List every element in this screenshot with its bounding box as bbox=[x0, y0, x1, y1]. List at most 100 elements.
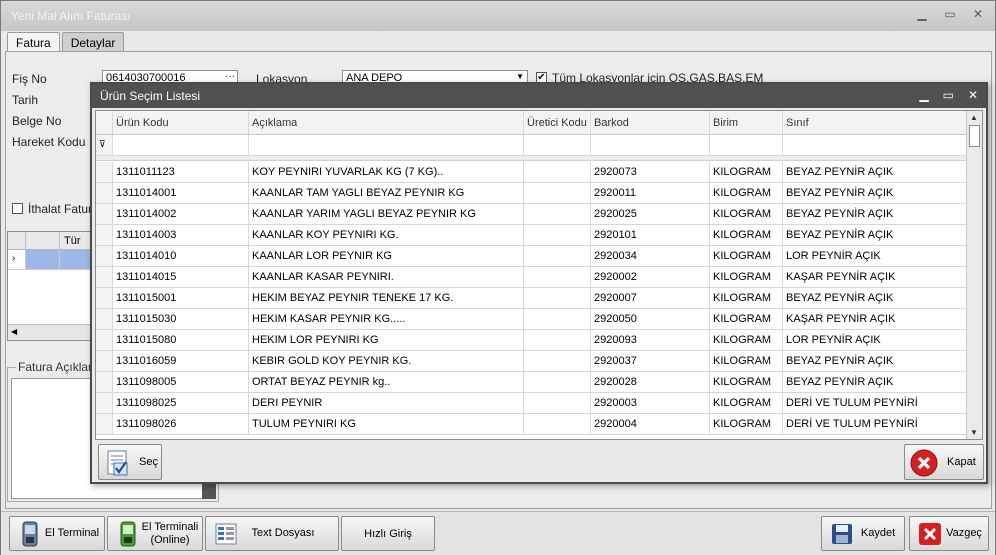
cell-aciklama[interactable]: KAANLAR TAM YAGLI BEYAZ PEYNIR KG bbox=[249, 183, 524, 203]
cell-birim[interactable]: KILOGRAM bbox=[710, 267, 783, 287]
column-header-barkod[interactable]: Barkod bbox=[591, 111, 710, 134]
cell-barkod[interactable]: 2920050 bbox=[591, 309, 710, 329]
cell-uretici-kodu[interactable] bbox=[524, 393, 591, 413]
column-header-urun-kodu[interactable]: Ürün Kodu bbox=[113, 111, 249, 134]
row-indicator[interactable] bbox=[96, 414, 113, 434]
cell-birim[interactable]: KILOGRAM bbox=[710, 162, 783, 182]
filter-icon[interactable]: ⊽ bbox=[96, 135, 113, 155]
cell-sinif[interactable]: DERİ VE TULUM PEYNİRİ bbox=[783, 414, 968, 434]
cell-uretici-kodu[interactable] bbox=[524, 414, 591, 434]
table-row[interactable]: 1311014003 KAANLAR KOY PEYNIRI KG. 2920101… bbox=[96, 225, 968, 246]
horizontal-scrollbar[interactable]: ◀ bbox=[8, 324, 92, 340]
table-row[interactable]: 1311011123 KOY PEYNIRI YUVARLAK KG (7 KG)… bbox=[96, 162, 968, 183]
cell-aciklama[interactable]: DERI PEYNIR bbox=[249, 393, 524, 413]
cell-aciklama[interactable]: HEKIM BEYAZ PEYNIR TENEKE 17 KG. bbox=[249, 288, 524, 308]
table-row[interactable]: 1311098005 ORTAT BEYAZ PEYNIR kg.. 2920028… bbox=[96, 372, 968, 393]
cell-sinif[interactable]: LOR PEYNİR AÇIK bbox=[783, 246, 968, 266]
kapat-button[interactable]: Kapat bbox=[904, 444, 984, 480]
cell-barkod[interactable]: 2920037 bbox=[591, 351, 710, 371]
ellipsis-icon[interactable]: ··· bbox=[225, 71, 235, 82]
cell-sinif[interactable]: BEYAZ PEYNİR AÇIK bbox=[783, 288, 968, 308]
cell-urun-kodu[interactable]: 1311098026 bbox=[113, 414, 249, 434]
row-indicator[interactable] bbox=[96, 225, 113, 245]
cell-urun-kodu[interactable]: 1311014010 bbox=[113, 246, 249, 266]
cell-birim[interactable]: KILOGRAM bbox=[710, 288, 783, 308]
cell-aciklama[interactable]: HEKIM LOR PEYNIRI KG bbox=[249, 330, 524, 350]
cell-urun-kodu[interactable]: 1311098025 bbox=[113, 393, 249, 413]
kaydet-button[interactable]: Kaydet bbox=[821, 516, 905, 551]
cell-aciklama[interactable]: KAANLAR YARIM YAGLI BEYAZ PEYNIR KG bbox=[249, 204, 524, 224]
row-indicator[interactable] bbox=[96, 183, 113, 203]
row-indicator[interactable] bbox=[96, 309, 113, 329]
cell-aciklama[interactable]: ORTAT BEYAZ PEYNIR kg.. bbox=[249, 372, 524, 392]
el-terminal-button[interactable]: El Terminal bbox=[9, 516, 105, 551]
table-row[interactable]: 1311014002 KAANLAR YARIM YAGLI BEYAZ PEYN… bbox=[96, 204, 968, 225]
row-indicator[interactable] bbox=[96, 267, 113, 287]
filter-cell-birim[interactable] bbox=[710, 135, 783, 155]
row-indicator[interactable] bbox=[96, 393, 113, 413]
cell-aciklama[interactable]: KEBIR GOLD KOY PEYNIR KG. bbox=[249, 351, 524, 371]
cell-barkod[interactable]: 2920003 bbox=[591, 393, 710, 413]
cell-birim[interactable]: KILOGRAM bbox=[710, 351, 783, 371]
table-row[interactable]: 1311015080 HEKIM LOR PEYNIRI KG 2920093 KIL… bbox=[96, 330, 968, 351]
cell-birim[interactable]: KILOGRAM bbox=[710, 309, 783, 329]
sec-button[interactable]: Seç bbox=[98, 444, 162, 480]
scroll-left-icon[interactable]: ◀ bbox=[11, 327, 17, 336]
el-terminal-online-button[interactable]: El Terminali (Online) bbox=[107, 516, 203, 551]
table-row[interactable]: 1311098026 TULUM PEYNIRI KG 2920004 KILOGRA… bbox=[96, 414, 968, 435]
cell-urun-kodu[interactable]: 1311015080 bbox=[113, 330, 249, 350]
tur-column-header[interactable]: Tür bbox=[60, 232, 92, 249]
cell-urun-kodu[interactable]: 1311011123 bbox=[113, 162, 249, 182]
cell-birim[interactable]: KILOGRAM bbox=[710, 204, 783, 224]
table-row[interactable]: 1311014010 KAANLAR LOR PEYNIR KG 2920034 KI… bbox=[96, 246, 968, 267]
text-dosyasi-button[interactable]: Text Dosyası bbox=[205, 516, 339, 551]
cell-barkod[interactable]: 2920004 bbox=[591, 414, 710, 434]
row-indicator[interactable] bbox=[96, 288, 113, 308]
cell-aciklama[interactable]: KAANLAR KOY PEYNIRI KG. bbox=[249, 225, 524, 245]
cell-birim[interactable]: KILOGRAM bbox=[710, 372, 783, 392]
cell-barkod[interactable]: 2920011 bbox=[591, 183, 710, 203]
scroll-up-icon[interactable]: ▲ bbox=[970, 113, 978, 122]
cell-aciklama[interactable]: KOY PEYNIRI YUVARLAK KG (7 KG).. bbox=[249, 162, 524, 182]
cell-sinif[interactable]: BEYAZ PEYNİR AÇIK bbox=[783, 372, 968, 392]
cell-birim[interactable]: KILOGRAM bbox=[710, 393, 783, 413]
filter-cell-uretici-kodu[interactable] bbox=[524, 135, 591, 155]
column-header-aciklama[interactable]: Açıklama bbox=[249, 111, 524, 134]
cell-sinif[interactable]: LOR PEYNİR AÇIK bbox=[783, 330, 968, 350]
cell-birim[interactable]: KILOGRAM bbox=[710, 183, 783, 203]
table-row[interactable]: 1311014015 KAANLAR KASAR PEYNIRI. 2920002 K… bbox=[96, 267, 968, 288]
row-indicator[interactable] bbox=[96, 330, 113, 350]
cell-barkod[interactable]: 2920025 bbox=[591, 204, 710, 224]
filter-cell-sinif[interactable] bbox=[783, 135, 968, 155]
cell-urun-kodu[interactable]: 1311014015 bbox=[113, 267, 249, 287]
close-icon[interactable]: ✕ bbox=[971, 7, 985, 21]
filter-cell-barkod[interactable] bbox=[591, 135, 710, 155]
cell-sinif[interactable]: KAŞAR PEYNİR AÇIK bbox=[783, 309, 968, 329]
cell-sinif[interactable]: BEYAZ PEYNİR AÇIK bbox=[783, 183, 968, 203]
row-indicator[interactable] bbox=[96, 204, 113, 224]
column-header-sinif[interactable]: Sınıf bbox=[783, 111, 968, 134]
memo-button[interactable] bbox=[202, 483, 216, 499]
cell-uretici-kodu[interactable] bbox=[524, 183, 591, 203]
dialog-close-icon[interactable]: ✕ bbox=[968, 88, 978, 102]
scroll-thumb[interactable] bbox=[969, 125, 980, 147]
cell-uretici-kodu[interactable] bbox=[524, 372, 591, 392]
cell-barkod[interactable]: 2920101 bbox=[591, 225, 710, 245]
cell-urun-kodu[interactable]: 1311014002 bbox=[113, 204, 249, 224]
left-detail-grid[interactable]: Tür › ◀ bbox=[7, 231, 93, 341]
cell-barkod[interactable]: 2920002 bbox=[591, 267, 710, 287]
minimize-icon[interactable]: ▁ bbox=[915, 7, 929, 21]
maximize-icon[interactable]: ▭ bbox=[943, 7, 957, 21]
filter-cell-aciklama[interactable] bbox=[249, 135, 524, 155]
cell-urun-kodu[interactable]: 1311015001 bbox=[113, 288, 249, 308]
cell-urun-kodu[interactable]: 1311015030 bbox=[113, 309, 249, 329]
cell-uretici-kodu[interactable] bbox=[524, 267, 591, 287]
vazgec-button[interactable]: Vazgeç bbox=[909, 516, 989, 551]
row-indicator[interactable] bbox=[96, 351, 113, 371]
filter-cell-urun-kodu[interactable] bbox=[113, 135, 249, 155]
cell-aciklama[interactable]: KAANLAR LOR PEYNIR KG bbox=[249, 246, 524, 266]
cell-uretici-kodu[interactable] bbox=[524, 288, 591, 308]
cell-uretici-kodu[interactable] bbox=[524, 162, 591, 182]
cell-barkod[interactable]: 2920007 bbox=[591, 288, 710, 308]
dialog-maximize-icon[interactable]: ▭ bbox=[943, 88, 954, 102]
